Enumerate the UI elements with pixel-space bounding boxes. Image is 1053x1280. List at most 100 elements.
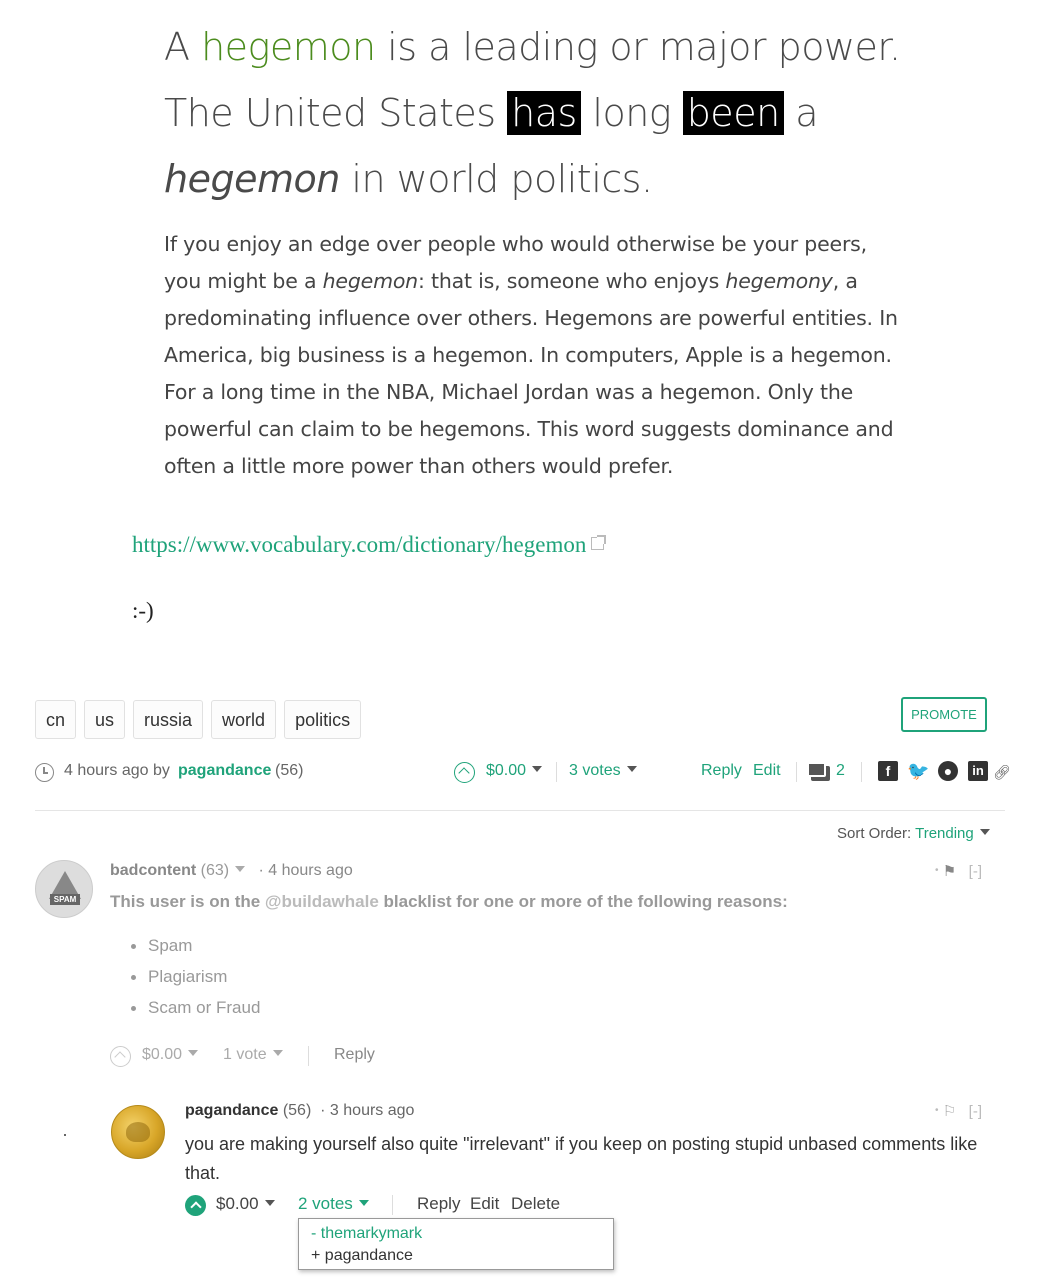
comment-votes[interactable]: 2 votes bbox=[298, 1194, 369, 1214]
quote-hegemon-italic: hegemon bbox=[164, 157, 340, 201]
reddit-icon[interactable]: ● bbox=[938, 761, 958, 781]
highlight-has: has bbox=[507, 91, 581, 135]
desc-text: , a predominating influence over others.… bbox=[164, 269, 898, 478]
upvote-icon[interactable] bbox=[110, 1046, 131, 1067]
dot: • bbox=[935, 865, 939, 876]
reply-button[interactable]: Reply bbox=[417, 1194, 460, 1214]
flag-icon[interactable]: ⚐ bbox=[943, 1103, 956, 1120]
external-link-icon bbox=[591, 535, 607, 550]
voter-item[interactable]: - themarkymark bbox=[311, 1223, 601, 1245]
comment-author-reputation: (56) bbox=[282, 1102, 312, 1119]
clock-icon bbox=[35, 763, 54, 782]
voter-item[interactable]: + pagandance bbox=[311, 1245, 601, 1267]
avatar-spam-label: SPAM bbox=[50, 894, 80, 905]
comment-time: · 4 hours ago bbox=[258, 862, 353, 879]
sort-value[interactable]: Trending bbox=[915, 825, 974, 842]
reply-button[interactable]: Reply bbox=[701, 762, 742, 780]
section-divider bbox=[35, 810, 1005, 811]
post-time: 4 hours ago by bbox=[64, 762, 170, 779]
divider bbox=[556, 762, 557, 782]
votes-value[interactable]: 2 votes bbox=[298, 1194, 353, 1213]
quote-text: a bbox=[783, 91, 819, 135]
quote-text: A bbox=[164, 25, 202, 69]
linkedin-icon[interactable]: in bbox=[968, 761, 988, 781]
post-author[interactable]: pagandance bbox=[178, 762, 271, 780]
list-item: Plagiarism bbox=[130, 961, 260, 992]
twitter-icon[interactable]: 🐦 bbox=[907, 761, 929, 781]
avatar[interactable]: SPAM bbox=[35, 860, 93, 918]
tag-politics[interactable]: politics bbox=[284, 700, 362, 739]
sort-label: Sort Order: bbox=[837, 825, 912, 842]
upvote-icon[interactable] bbox=[185, 1195, 206, 1216]
divider bbox=[308, 1046, 309, 1066]
comment-flag-area: • ⚑ [-] bbox=[935, 862, 982, 880]
votes-value[interactable]: 3 votes bbox=[569, 762, 621, 779]
promote-button[interactable]: PROMOTE bbox=[901, 697, 987, 732]
post-votes[interactable]: 3 votes bbox=[569, 762, 637, 780]
dot bbox=[64, 1134, 66, 1136]
comment-text: This user is on the bbox=[110, 892, 265, 911]
facebook-icon[interactable]: f bbox=[878, 761, 898, 781]
tag-world[interactable]: world bbox=[211, 700, 277, 739]
highlight-been: been bbox=[682, 91, 784, 135]
link-text[interactable]: https://www.vocabulary.com/dictionary/he… bbox=[132, 532, 586, 557]
quote-text: long bbox=[580, 91, 683, 135]
comment-flag-area: • ⚐ [-] bbox=[935, 1102, 982, 1120]
comment-actions: $0.00 1 vote Reply bbox=[110, 1044, 410, 1068]
edit-button[interactable]: Edit bbox=[753, 762, 781, 780]
delete-button[interactable]: Delete bbox=[511, 1194, 560, 1214]
reply-button[interactable]: Reply bbox=[334, 1046, 375, 1064]
collapse-button[interactable]: [-] bbox=[969, 1103, 982, 1120]
chevron-down-icon bbox=[188, 1050, 199, 1056]
reason-list: Spam Plagiarism Scam or Fraud bbox=[130, 930, 260, 1023]
tag-us[interactable]: us bbox=[84, 700, 126, 739]
tag-russia[interactable]: russia bbox=[133, 700, 204, 739]
comment-text: blacklist for one or more of the followi… bbox=[378, 892, 788, 911]
post-payout[interactable]: $0.00 bbox=[486, 762, 543, 780]
quote-text: in world politics. bbox=[339, 157, 653, 201]
divider bbox=[861, 762, 862, 782]
upvote-icon[interactable] bbox=[454, 762, 475, 783]
payout-value[interactable]: $0.00 bbox=[216, 1194, 259, 1213]
definition-quote: A hegemon is a leading or major power. T… bbox=[164, 14, 924, 212]
divider bbox=[392, 1195, 393, 1215]
desc-emphasis: hegemon bbox=[322, 269, 419, 293]
chevron-down-icon[interactable] bbox=[235, 866, 246, 872]
chevron-down-icon bbox=[264, 1200, 275, 1206]
comment-header: badcontent (63) · 4 hours ago bbox=[110, 862, 353, 880]
collapse-button[interactable]: [-] bbox=[969, 863, 982, 880]
comment-actions: $0.00 2 votes Reply Edit Delete bbox=[185, 1192, 585, 1218]
chevron-down-icon bbox=[358, 1200, 369, 1206]
permalink-icon[interactable]: 🔗︎ bbox=[993, 764, 1011, 781]
chevron-down-icon bbox=[272, 1050, 283, 1056]
post-footer: 4 hours ago by pagandance (56) $0.00 3 v… bbox=[35, 758, 1015, 786]
payout-value[interactable]: $0.00 bbox=[486, 762, 526, 779]
comment-votes[interactable]: 1 vote bbox=[223, 1046, 283, 1064]
comment-payout[interactable]: $0.00 bbox=[216, 1194, 275, 1214]
vocabulary-link[interactable]: https://www.vocabulary.com/dictionary/he… bbox=[132, 532, 607, 558]
comment-count[interactable]: 2 bbox=[836, 762, 845, 780]
edit-button[interactable]: Edit bbox=[470, 1194, 499, 1214]
smiley-text: :-) bbox=[132, 598, 154, 623]
comment-body: This user is on the @buildawhale blackli… bbox=[110, 892, 788, 912]
list-item: Spam bbox=[130, 930, 260, 961]
tag-list: cn us russia world politics bbox=[35, 700, 362, 739]
list-item: Scam or Fraud bbox=[130, 992, 260, 1023]
flag-icon[interactable]: ⚑ bbox=[943, 863, 956, 880]
comment-body: you are making yourself also quite "irre… bbox=[185, 1134, 978, 1183]
dot: • bbox=[935, 1105, 939, 1116]
comment-author-reputation: (63) bbox=[200, 862, 230, 879]
votes-value[interactable]: 1 vote bbox=[223, 1046, 267, 1063]
comment-author[interactable]: pagandance bbox=[185, 1102, 278, 1119]
comment-payout[interactable]: $0.00 bbox=[142, 1046, 199, 1064]
user-mention[interactable]: @buildawhale bbox=[265, 892, 379, 911]
post-author-reputation: (56) bbox=[275, 762, 304, 779]
payout-value[interactable]: $0.00 bbox=[142, 1046, 182, 1063]
comment-header: pagandance (56) · 3 hours ago bbox=[185, 1102, 414, 1120]
quote-hegemon-word: hegemon bbox=[201, 25, 376, 69]
sort-order[interactable]: Sort Order: Trending bbox=[837, 825, 990, 842]
comment-author[interactable]: badcontent bbox=[110, 862, 196, 879]
comments-icon[interactable] bbox=[807, 762, 830, 781]
avatar[interactable] bbox=[111, 1105, 165, 1159]
tag-cn[interactable]: cn bbox=[35, 700, 77, 739]
